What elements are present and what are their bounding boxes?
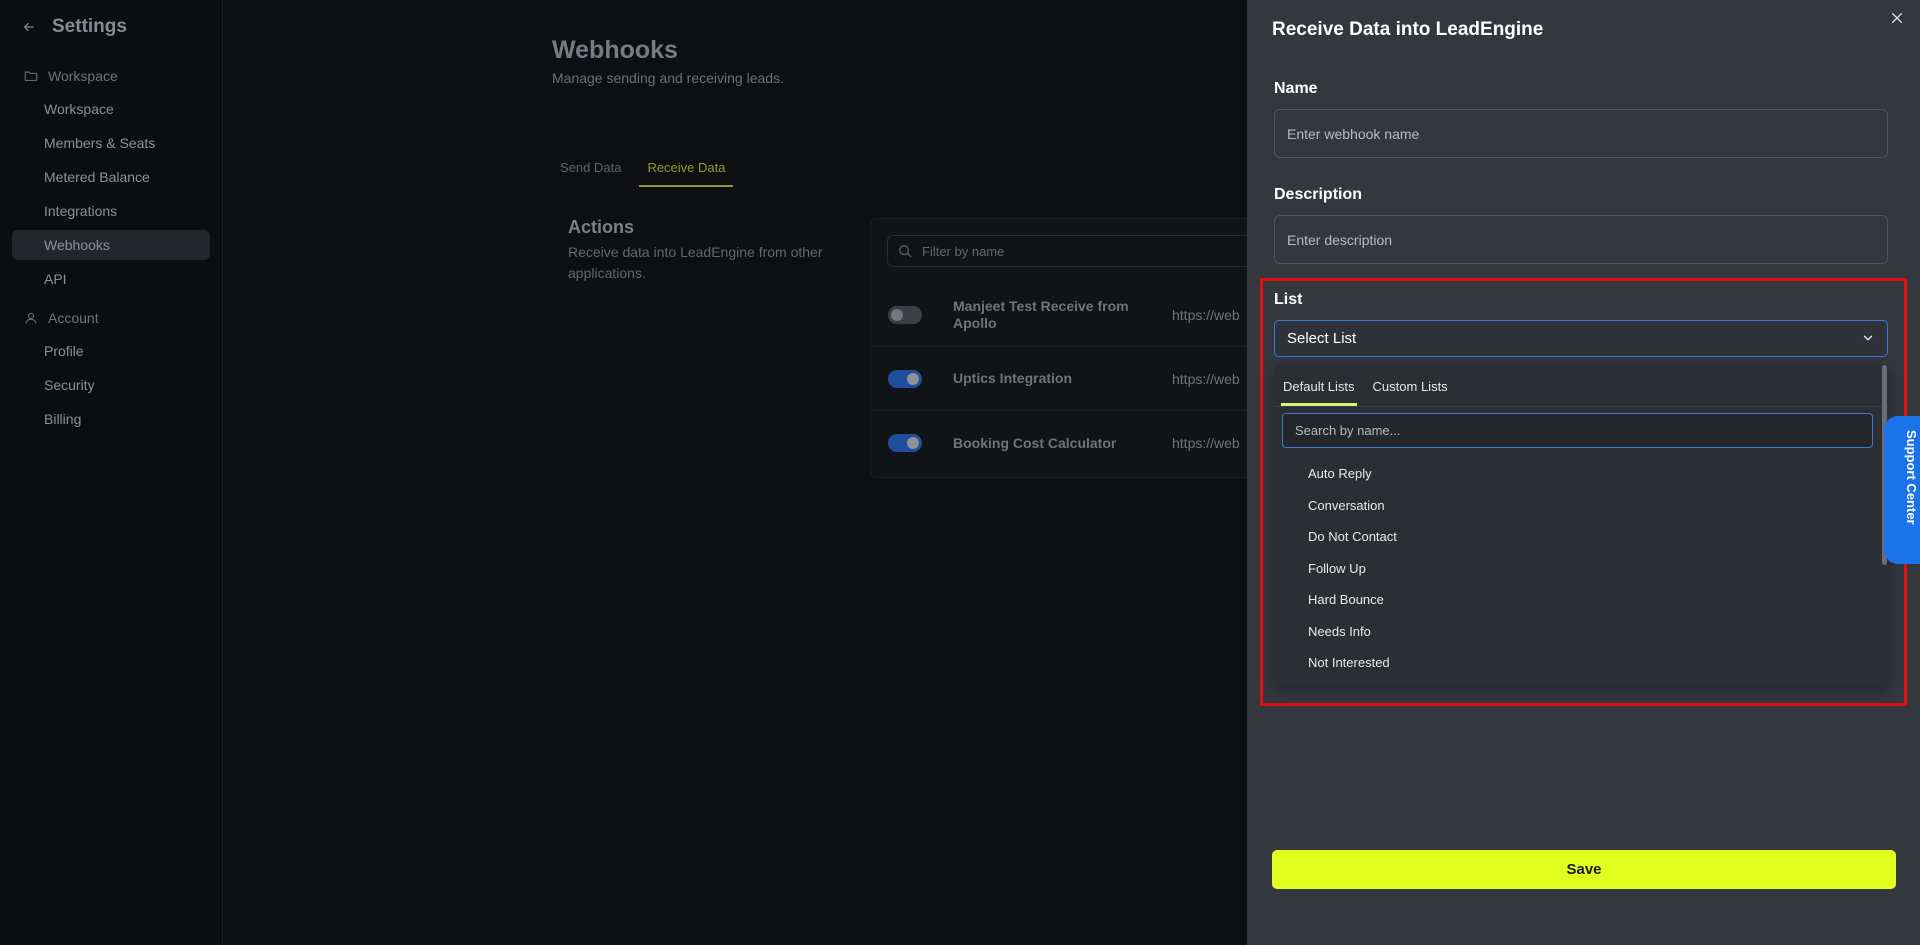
user-icon	[25, 312, 37, 324]
list-select-value: Select List	[1287, 330, 1357, 347]
list-option-hard-bounce[interactable]: Hard Bounce	[1274, 584, 1874, 616]
name-label: Name	[1274, 80, 1318, 97]
sidebar-section-label: Workspace	[48, 68, 118, 84]
tab-send-data[interactable]: Send Data	[552, 156, 629, 187]
webhook-name: Booking Cost Calculator	[953, 434, 1117, 451]
list-option-needs-info[interactable]: Needs Info	[1274, 616, 1874, 648]
tab-custom-lists[interactable]: Custom Lists	[1371, 365, 1450, 406]
back-arrow-icon[interactable]	[22, 17, 42, 37]
sidebar-account-items: Profile Security Billing	[0, 336, 222, 434]
list-option-auto-reply[interactable]: Auto Reply	[1274, 458, 1874, 490]
save-button[interactable]: Save	[1272, 850, 1896, 889]
sidebar-item-security[interactable]: Security	[12, 370, 210, 400]
sidebar-item-api[interactable]: API	[12, 264, 210, 294]
page-subtitle: Manage sending and receiving leads.	[552, 70, 784, 86]
toggle-knob	[891, 308, 903, 321]
list-label: List	[1274, 291, 1303, 308]
drawer-title: Receive Data into LeadEngine	[1272, 19, 1544, 40]
chevron-down-icon	[1861, 331, 1875, 345]
sidebar-section-account: Account	[0, 306, 222, 330]
sidebar-section-label: Account	[48, 310, 99, 326]
webhook-toggle[interactable]	[888, 305, 922, 324]
webhook-row[interactable]: Booking Cost Calculator https://web	[871, 411, 1289, 475]
sidebar-item-metered-balance[interactable]: Metered Balance	[12, 162, 210, 192]
filter-placeholder: Filter by name	[922, 243, 1005, 259]
list-option-not-interested[interactable]: Not Interested	[1274, 647, 1874, 679]
close-icon[interactable]	[1890, 11, 1906, 27]
sidebar-item-billing[interactable]: Billing	[12, 404, 210, 434]
support-center-label: Support Center	[1904, 430, 1919, 525]
webhook-url: https://web	[1172, 370, 1240, 387]
webhook-url: https://web	[1172, 435, 1240, 451]
filter-input[interactable]: Filter by name	[887, 235, 1289, 267]
webhook-url: https://web	[1172, 306, 1240, 323]
webhook-toggle[interactable]	[888, 434, 922, 452]
sidebar-item-profile[interactable]: Profile	[12, 336, 210, 366]
list-option-do-not-contact[interactable]: Do Not Contact	[1274, 521, 1874, 553]
sidebar-item-webhooks[interactable]: Webhooks	[12, 230, 210, 260]
sidebar-header: Settings	[0, 0, 222, 54]
sidebar-item-members-seats[interactable]: Members & Seats	[12, 128, 210, 158]
sidebar-section-workspace: Workspace	[0, 64, 222, 88]
page-title: Webhooks	[552, 36, 678, 64]
list-dropdown: Default Lists Custom Lists Auto Reply Co…	[1274, 365, 1888, 685]
actions-description: Receive data into LeadEngine from other …	[568, 244, 823, 281]
search-icon	[899, 245, 912, 258]
dropdown-tabs: Default Lists Custom Lists	[1274, 365, 1888, 407]
receive-data-drawer: Receive Data into LeadEngine Name Descri…	[1247, 0, 1920, 945]
webhook-toggle[interactable]	[888, 369, 922, 388]
sidebar-workspace-items: Workspace Members & Seats Metered Balanc…	[0, 94, 222, 294]
list-search-input[interactable]	[1282, 413, 1873, 448]
toggle-knob	[907, 372, 919, 385]
actions-title: Actions	[568, 217, 635, 237]
toggle-knob	[907, 437, 919, 449]
list-option-follow-up[interactable]: Follow Up	[1274, 553, 1874, 585]
tab-default-lists[interactable]: Default Lists	[1281, 365, 1357, 406]
webhook-name-input[interactable]	[1274, 109, 1888, 158]
list-option-conversation[interactable]: Conversation	[1274, 490, 1874, 522]
webhook-list-card: Filter by name Manjeet Test Receive from…	[870, 218, 1290, 478]
sidebar-item-integrations[interactable]: Integrations	[12, 196, 210, 226]
webhook-name: Manjeet Test Receive from Apollo	[953, 297, 1129, 331]
list-options: Auto Reply Conversation Do Not Contact F…	[1274, 458, 1874, 679]
folder-icon	[24, 71, 38, 81]
description-input[interactable]	[1274, 215, 1888, 264]
webhook-tabs: Send Data Receive Data	[552, 156, 743, 187]
settings-sidebar: Settings Workspace Workspace Members & S…	[0, 0, 223, 945]
description-label: Description	[1274, 186, 1363, 203]
sidebar-item-workspace[interactable]: Workspace	[12, 94, 210, 124]
webhook-name: Uptics Integration	[953, 370, 1073, 386]
webhook-row[interactable]: Uptics Integration https://web	[871, 347, 1289, 411]
sidebar-title: Settings	[52, 16, 127, 37]
tab-receive-data[interactable]: Receive Data	[639, 156, 734, 187]
support-center-tab[interactable]: Support Center	[1884, 416, 1920, 564]
webhook-row[interactable]: Manjeet Test Receive from Apollo https:/…	[871, 283, 1289, 347]
list-select[interactable]: Select List	[1274, 320, 1888, 357]
